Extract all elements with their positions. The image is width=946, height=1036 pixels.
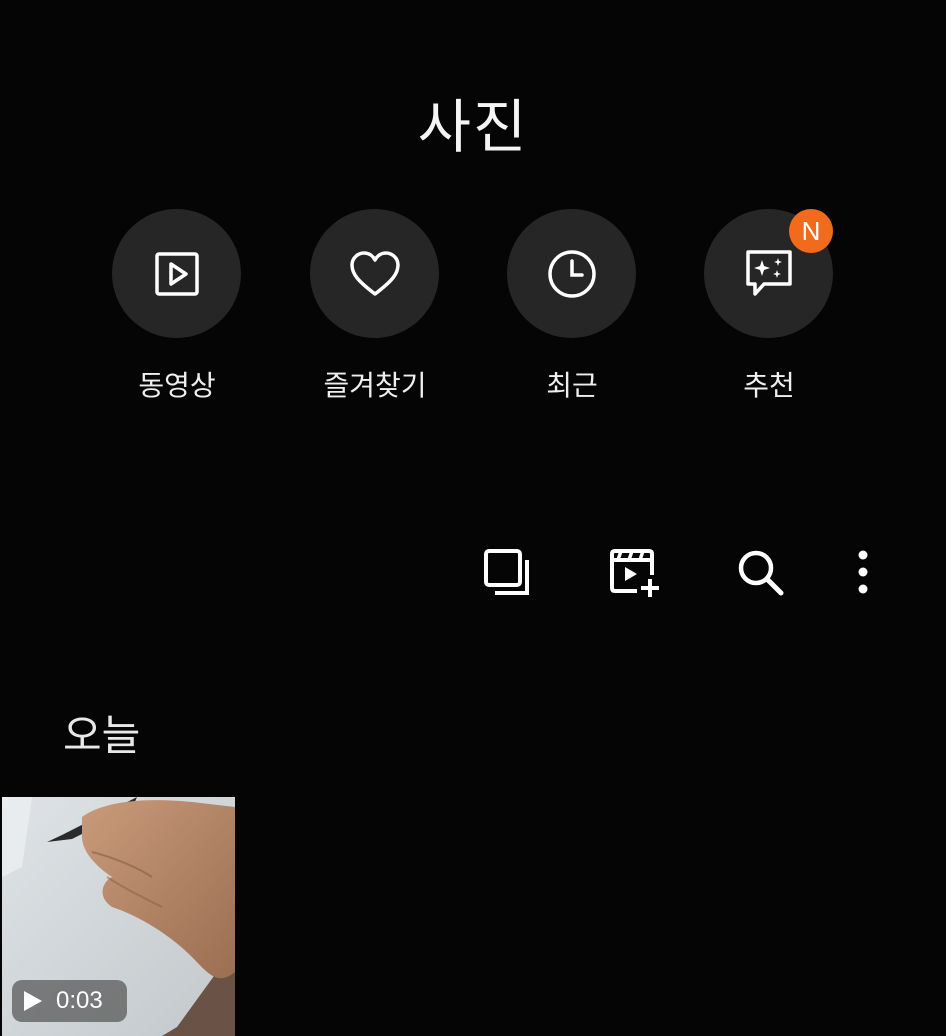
video-thumbnail[interactable]: 0:03 xyxy=(2,797,235,1036)
sparkle-chat-icon xyxy=(745,249,792,296)
quick-favorites-button[interactable] xyxy=(310,209,439,338)
quick-favorites-label: 즐겨찾기 xyxy=(323,369,427,402)
search-button[interactable] xyxy=(731,543,789,601)
quick-suggestions-label: 추천 xyxy=(743,369,795,402)
create-video-button[interactable] xyxy=(605,543,663,601)
heart-icon xyxy=(349,250,400,296)
quick-suggestions-button[interactable]: N xyxy=(704,209,833,338)
clock-icon xyxy=(547,249,596,298)
page-title: 사진 xyxy=(417,93,529,161)
video-duration-badge: 0:03 xyxy=(12,980,127,1022)
create-video-icon xyxy=(610,549,659,597)
more-options-button[interactable] xyxy=(834,543,892,601)
play-icon xyxy=(24,991,42,1011)
quick-favorites[interactable]: 즐겨찾기 xyxy=(310,209,440,404)
quick-suggestions[interactable]: N 추천 xyxy=(704,209,834,404)
select-icon xyxy=(484,549,529,595)
quick-recent-label: 최근 xyxy=(546,369,598,402)
quick-videos-button[interactable] xyxy=(112,209,241,338)
quick-videos[interactable]: 동영상 xyxy=(112,209,242,404)
video-icon xyxy=(154,251,199,296)
quick-recent-button[interactable] xyxy=(507,209,636,338)
new-badge: N xyxy=(789,209,833,253)
section-title-today: 오늘 xyxy=(63,711,141,760)
video-duration: 0:03 xyxy=(56,987,103,1014)
search-icon xyxy=(738,550,784,596)
quick-videos-label: 동영상 xyxy=(138,369,216,402)
quick-recent[interactable]: 최근 xyxy=(507,209,637,404)
more-icon xyxy=(858,550,868,594)
select-button[interactable] xyxy=(478,543,536,601)
